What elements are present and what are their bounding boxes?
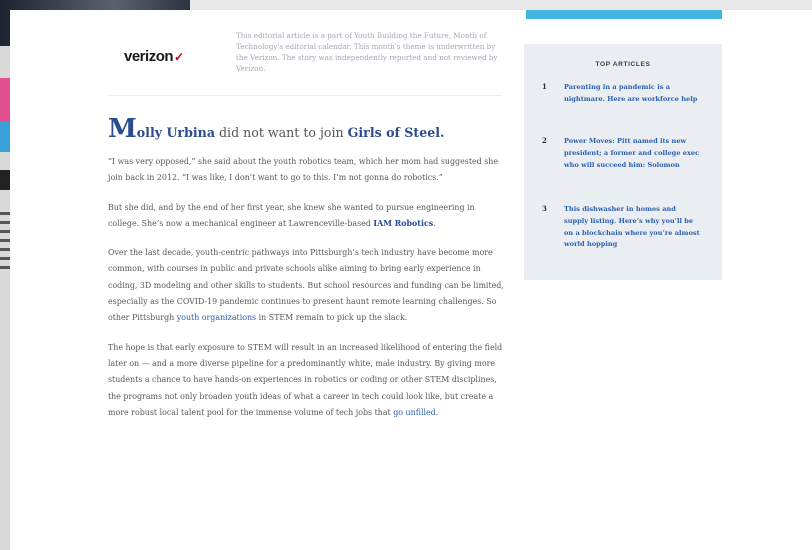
- top-article-item[interactable]: 1 Parenting in a pandemic is a nightmare…: [542, 82, 702, 106]
- top-articles-box: TOP ARTICLES 1 Parenting in a pandemic i…: [524, 44, 722, 280]
- top-article-number: 3: [542, 204, 547, 213]
- verizon-check-icon: ✓: [174, 50, 184, 64]
- top-article-link[interactable]: Parenting in a pandemic is a nightmare. …: [564, 82, 702, 106]
- paragraph-4: The hope is that early exposure to STEM …: [108, 342, 503, 417]
- lede-name: olly Urbina: [136, 125, 215, 140]
- top-article-number: 2: [542, 136, 547, 145]
- article-lede: Molly Urbina did not want to join Girls …: [108, 116, 508, 142]
- top-article-item[interactable]: 2 Power Moves: Pitt named its new presid…: [542, 136, 702, 171]
- top-article-number: 1: [542, 82, 547, 91]
- top-article-link[interactable]: This dishwasher in homes and supply list…: [564, 204, 702, 251]
- lede-text: did not want to join: [214, 125, 348, 140]
- divider: [108, 95, 502, 96]
- top-article-link[interactable]: Power Moves: Pitt named its new presiden…: [564, 136, 702, 171]
- link-go-unfilled[interactable]: go unfilled: [393, 408, 436, 417]
- sponsor-note: This editorial article is a part of Yout…: [236, 31, 498, 73]
- lede-org: Girls of Steel.: [347, 125, 445, 140]
- article-body: Molly Urbina did not want to join Girls …: [108, 116, 508, 434]
- paragraph-3: Over the last decade, youth-centric path…: [108, 248, 504, 323]
- paragraph-1: “I was very opposed,” she said about the…: [108, 157, 499, 183]
- background-top-strip: [190, 0, 812, 10]
- link-youth-organizations[interactable]: youth organizations: [177, 313, 256, 322]
- drop-cap: M: [108, 114, 137, 144]
- sponsor-logo[interactable]: verizon✓: [124, 48, 184, 65]
- top-articles-title: TOP ARTICLES: [595, 61, 651, 68]
- link-iam-robotics[interactable]: IAM Robotics: [373, 219, 433, 228]
- paragraph-2: But she did, and by the end of her first…: [108, 202, 475, 228]
- sidebar-ad-bar[interactable]: [526, 10, 722, 19]
- top-article-item[interactable]: 3 This dishwasher in homes and supply li…: [542, 204, 702, 251]
